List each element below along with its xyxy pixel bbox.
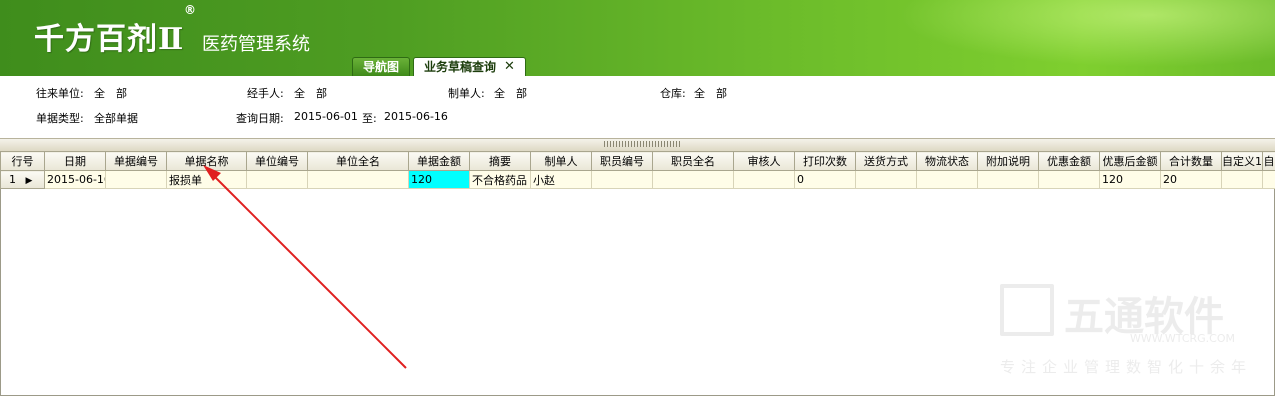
cell-delivery-method[interactable] xyxy=(855,170,917,189)
cell-logistics-status[interactable] xyxy=(916,170,978,189)
column-header[interactable]: 单据编号 xyxy=(105,151,167,171)
app-subtitle: 医药管理系统 xyxy=(202,34,310,55)
filter-panel: 往来单位: 全 部 经手人: 全 部 制单人: 全 部 仓库: 全 部 单据类型… xyxy=(0,76,1275,138)
column-header[interactable]: 制单人 xyxy=(530,151,592,171)
cell-remark[interactable] xyxy=(977,170,1039,189)
column-header[interactable]: 摘要 xyxy=(469,151,531,171)
row-number-cell[interactable]: 1 ▶ xyxy=(0,170,45,189)
row-number: 1 xyxy=(9,173,16,186)
tab-label: 导航图 xyxy=(363,60,400,74)
cell-unit-code[interactable] xyxy=(246,170,308,189)
handler-label: 经手人: xyxy=(247,87,284,100)
column-header[interactable]: 送货方式 xyxy=(855,151,917,171)
column-header[interactable]: 附加说明 xyxy=(977,151,1039,171)
partner-value[interactable]: 全 部 xyxy=(94,85,127,101)
maker-label: 制单人: xyxy=(448,87,485,100)
column-header[interactable]: 审核人 xyxy=(733,151,795,171)
doctype-label: 单据类型: xyxy=(36,112,84,125)
close-icon[interactable]: ✕ xyxy=(504,58,515,76)
date-to-value[interactable]: 2015-06-16 xyxy=(384,110,448,123)
handler-value[interactable]: 全 部 xyxy=(294,85,327,101)
cell-maker[interactable]: 小赵 xyxy=(530,170,592,189)
column-header[interactable]: 单位全名 xyxy=(307,151,409,171)
column-header[interactable]: 职员编号 xyxy=(591,151,653,171)
warehouse-label: 仓库: xyxy=(660,87,686,100)
watermark-slogan: 专注企业管理数智化十余年 xyxy=(1000,358,1253,376)
draft-grid: 行号 日期 单据编号 单据名称 单位编号 单位全名 单据金额 摘要 制单人 职员… xyxy=(0,151,1275,189)
registered-mark: ® xyxy=(184,3,196,17)
column-header[interactable]: 自 xyxy=(1262,151,1275,171)
watermark-logo-icon xyxy=(1000,284,1054,336)
column-header[interactable]: 单据名称 xyxy=(166,151,247,171)
column-header[interactable]: 单据金额 xyxy=(408,151,470,171)
date-label: 查询日期: xyxy=(236,112,284,125)
column-header[interactable]: 优惠金额 xyxy=(1038,151,1100,171)
cell-after-discount[interactable]: 120 xyxy=(1099,170,1161,189)
column-header[interactable]: 自定义1 xyxy=(1221,151,1263,171)
tab-navigation-map[interactable]: 导航图 xyxy=(352,57,411,76)
cell-doc-amount[interactable]: 120 xyxy=(408,170,470,189)
cell-staff-name[interactable] xyxy=(652,170,734,189)
column-header[interactable]: 合计数量 xyxy=(1160,151,1222,171)
partner-label: 往来单位: xyxy=(36,87,84,100)
date-from-value[interactable]: 2015-06-01 xyxy=(294,110,358,123)
date-to-label: 至: xyxy=(362,112,377,125)
cell-unit-name[interactable] xyxy=(307,170,409,189)
column-header[interactable]: 日期 xyxy=(44,151,106,171)
column-header[interactable]: 单位编号 xyxy=(246,151,308,171)
app-header: 千方百剂Ⅱ ® 医药管理系统 导航图 业务草稿查询 ✕ xyxy=(0,0,1275,76)
column-header[interactable]: 物流状态 xyxy=(916,151,978,171)
tab-business-draft-query[interactable]: 业务草稿查询 ✕ xyxy=(413,57,526,76)
cell-summary[interactable]: 不合格药品 xyxy=(469,170,531,189)
panel-splitter[interactable] xyxy=(0,138,1275,152)
cell-total-qty[interactable]: 20 xyxy=(1160,170,1222,189)
doctype-value[interactable]: 全部单据 xyxy=(94,110,138,126)
column-header[interactable]: 打印次数 xyxy=(794,151,856,171)
cell-auditor[interactable] xyxy=(733,170,795,189)
warehouse-value[interactable]: 全 部 xyxy=(694,85,727,101)
cell-custom-2[interactable] xyxy=(1262,170,1275,189)
tab-label: 业务草稿查询 xyxy=(424,60,497,74)
table-row[interactable]: 1 ▶ 2015-06-16 报损单 120 不合格药品 小赵 0 120 20 xyxy=(0,170,1275,189)
column-header[interactable]: 行号 xyxy=(0,151,45,171)
cell-staff-code[interactable] xyxy=(591,170,653,189)
cell-date[interactable]: 2015-06-16 xyxy=(44,170,106,189)
tab-bar: 导航图 业务草稿查询 ✕ xyxy=(352,57,529,76)
cell-doc-number[interactable] xyxy=(105,170,167,189)
row-pointer-icon: ▶ xyxy=(25,176,33,186)
column-header[interactable]: 优惠后金额 xyxy=(1099,151,1161,171)
app-logo: 千方百剂Ⅱ xyxy=(34,22,185,57)
maker-value[interactable]: 全 部 xyxy=(494,85,527,101)
watermark-url: WWW.WTCRG.COM xyxy=(1130,332,1235,345)
cell-print-count[interactable]: 0 xyxy=(794,170,856,189)
grid-header-row: 行号 日期 单据编号 单据名称 单位编号 单位全名 单据金额 摘要 制单人 职员… xyxy=(0,151,1275,171)
cell-discount[interactable] xyxy=(1038,170,1100,189)
cell-custom-1[interactable] xyxy=(1221,170,1263,189)
splitter-grip-icon[interactable] xyxy=(604,141,680,147)
cell-doc-name[interactable]: 报损单 xyxy=(166,170,247,189)
column-header[interactable]: 职员全名 xyxy=(652,151,734,171)
